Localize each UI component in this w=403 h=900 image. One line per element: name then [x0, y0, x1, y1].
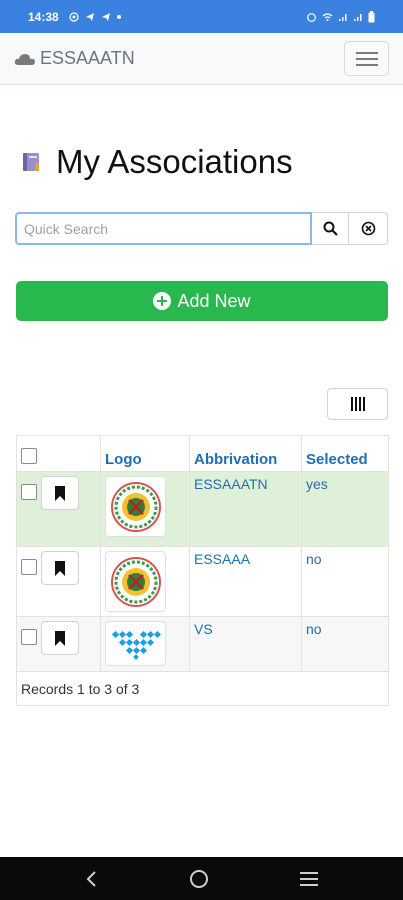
records-count: Records 1 to 3 of 3 — [21, 680, 140, 697]
status-time: 14:38 — [28, 9, 59, 24]
columns-toggle-button[interactable] — [327, 388, 388, 420]
row-checkbox[interactable] — [21, 629, 37, 645]
associations-table: Logo Abbrivation Selected ESSAAATN yes E… — [16, 435, 389, 706]
menu-toggle-button[interactable] — [344, 41, 389, 76]
search-icon — [323, 221, 338, 236]
bookmark-button[interactable] — [41, 621, 79, 655]
table-row[interactable]: ESSAAA no — [17, 547, 388, 617]
alarm-icon — [307, 12, 316, 22]
signal-icon — [354, 13, 362, 21]
header-select — [17, 436, 101, 471]
home-icon[interactable] — [189, 869, 209, 889]
hamburger-icon — [355, 51, 378, 54]
page-title: My Associations — [56, 143, 293, 180]
search-button[interactable] — [312, 212, 349, 245]
notification-dot — [116, 14, 121, 19]
row-checkbox[interactable] — [21, 559, 37, 575]
brand-link[interactable]: ESSAAATN — [14, 48, 135, 69]
system-navigation-bar — [0, 857, 403, 900]
selected-cell: no — [306, 551, 322, 567]
association-seal-logo — [110, 481, 161, 532]
select-all-checkbox[interactable] — [21, 448, 37, 464]
abbreviation-cell[interactable]: VS — [190, 617, 302, 671]
bookmark-icon — [55, 630, 65, 646]
add-new-button[interactable]: Add New — [16, 281, 388, 321]
abbreviation-cell[interactable]: ESSAAA — [190, 547, 302, 616]
selected-cell: no — [306, 621, 322, 637]
header-logo[interactable]: Logo — [101, 436, 190, 471]
bookmark-button[interactable] — [41, 551, 79, 585]
system-indicators — [306, 10, 375, 23]
plus-circle-icon — [153, 292, 172, 310]
add-new-label: Add New — [177, 290, 251, 311]
association-seal-logo — [110, 556, 161, 607]
telegram-icon — [101, 12, 110, 21]
whatsapp-icon — [69, 11, 79, 22]
wifi-icon — [322, 12, 333, 21]
recents-icon[interactable] — [299, 871, 318, 887]
row-checkbox[interactable] — [21, 484, 37, 500]
battery-icon — [368, 10, 375, 22]
table-header: Logo Abbrivation Selected — [17, 436, 388, 472]
navbar: ESSAAATN — [0, 33, 403, 85]
abbreviation-cell[interactable]: ESSAAATN — [190, 472, 302, 546]
cloud-icon — [14, 53, 35, 65]
back-icon[interactable] — [85, 870, 99, 888]
table-row[interactable]: VS no — [17, 617, 388, 672]
bookmark-button[interactable] — [41, 476, 79, 510]
clear-circle-icon — [361, 221, 375, 236]
bookmark-icon — [55, 485, 65, 501]
columns-icon — [350, 397, 365, 411]
association-logo — [105, 476, 166, 537]
clear-search-button[interactable] — [349, 212, 388, 245]
bookmark-icon — [55, 560, 65, 576]
telegram-icon — [85, 12, 94, 21]
brand-name: ESSAAATN — [40, 48, 135, 68]
header-abbreviation[interactable]: Abbrivation — [190, 436, 302, 471]
association-logo — [105, 621, 166, 666]
page-header: My Associations — [20, 143, 293, 181]
selected-cell: yes — [306, 476, 328, 492]
book-icon — [23, 153, 39, 171]
header-selected[interactable]: Selected — [302, 436, 388, 471]
vs-dots-logo — [111, 630, 161, 660]
search-input[interactable] — [15, 212, 312, 245]
association-logo — [105, 551, 166, 612]
signal-icon — [339, 13, 347, 21]
table-footer: Records 1 to 3 of 3 — [17, 672, 388, 705]
notification-icons — [69, 11, 121, 22]
status-bar: 14:38 — [0, 0, 403, 33]
table-row[interactable]: ESSAAATN yes — [17, 472, 388, 547]
quick-search-bar — [15, 212, 388, 245]
